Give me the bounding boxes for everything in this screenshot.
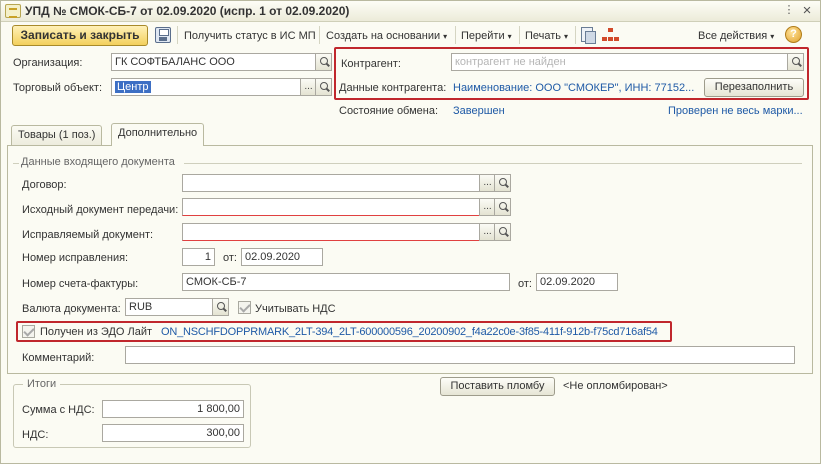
exchange-state-label: Состояние обмена: (339, 105, 439, 117)
contract-field[interactable] (182, 174, 480, 192)
sum-with-vat-field: 1 800,00 (102, 400, 244, 418)
chevron-down-icon: ▾ (443, 32, 448, 41)
invoice-number-label: Номер счета-фактуры: (22, 278, 139, 290)
group-divider (184, 163, 802, 164)
counterparty-data-link[interactable]: Наименование: ООО "СМОКЕР", ИНН: 77152..… (453, 82, 694, 94)
totals-group-title: Итоги (23, 378, 61, 390)
close-icon[interactable]: × (799, 3, 815, 19)
currency-field[interactable]: RUB (125, 298, 213, 316)
all-actions-label: Все действия (698, 30, 768, 42)
chevron-down-icon: ▾ (507, 32, 512, 41)
print-menu[interactable]: Печать ▾ (525, 30, 568, 42)
incoming-group-title: Данные входящего документа (21, 156, 175, 168)
document-icon (5, 4, 21, 18)
title-bar: УПД № СМОК-СБ-7 от 02.09.2020 (испр. 1 о… (1, 1, 820, 22)
correction-number-label: Номер исправления: (22, 252, 129, 264)
exchange-state-link[interactable]: Завершен (453, 105, 505, 117)
source-doc-label: Исходный документ передачи: (22, 204, 179, 216)
save-and-close-button[interactable]: Записать и закрыть (12, 25, 148, 46)
copy-documents-icon[interactable] (581, 27, 596, 44)
corrected-doc-label: Исправляемый документ: (22, 229, 154, 241)
counterparty-data-label: Данные контрагента: (339, 82, 447, 94)
counterparty-label: Контрагент: (341, 58, 401, 70)
toolbar-separator (455, 26, 456, 44)
trade-object-field[interactable]: Центр (111, 78, 301, 96)
create-based-on-menu[interactable]: Создать на основании ▾ (326, 30, 447, 42)
chevron-down-icon: ▾ (564, 32, 569, 41)
goto-menu[interactable]: Перейти ▾ (461, 30, 512, 42)
toolbar-separator (575, 26, 576, 44)
trade-object-label: Торговый объект: (13, 82, 103, 94)
help-icon[interactable]: ? (785, 26, 802, 43)
correction-date-field[interactable]: 02.09.2020 (241, 248, 323, 266)
chevron-down-icon: ▾ (770, 32, 775, 41)
organization-label: Организация: (13, 57, 83, 69)
vat-field: 300,00 (102, 424, 244, 442)
vat-checkbox[interactable] (238, 301, 251, 314)
edo-document-link[interactable]: ON_NSCHFDOPPRMARK_2LT-394_2LT-600000596_… (161, 326, 658, 338)
organization-field[interactable]: ГК СОФТБАЛАНС ООО (111, 53, 316, 71)
print-label: Печать (525, 30, 562, 42)
seal-button[interactable]: Поставить пломбу (440, 377, 555, 396)
comment-field[interactable] (125, 346, 795, 364)
seal-state: <Не опломбирован> (563, 380, 668, 392)
counterparty-search-icon[interactable] (787, 53, 804, 71)
structure-icon[interactable] (602, 28, 620, 42)
toolbar-separator (177, 26, 178, 44)
edo-checkbox[interactable] (22, 325, 35, 338)
vat-checkbox-label: Учитывать НДС (255, 303, 336, 315)
create-based-on-label: Создать на основании (326, 30, 441, 42)
counterparty-field[interactable]: контрагент не найден (451, 53, 788, 71)
sum-with-vat-label: Сумма с НДС: (22, 404, 95, 416)
toolbar-separator (319, 26, 320, 44)
invoice-date-label: от: (518, 278, 532, 290)
goto-label: Перейти (461, 30, 505, 42)
refill-button[interactable]: Перезаполнить (704, 78, 804, 97)
vat-label: НДС: (22, 429, 49, 441)
group-divider (13, 163, 19, 164)
window-title: УПД № СМОК-СБ-7 от 02.09.2020 (испр. 1 о… (25, 4, 350, 18)
currency-search-icon[interactable] (212, 298, 229, 316)
document-window: УПД № СМОК-СБ-7 от 02.09.2020 (испр. 1 о… (0, 0, 821, 464)
toolbar-separator (519, 26, 520, 44)
all-actions-menu[interactable]: Все действия ▾ (698, 30, 774, 42)
trade-object-value: Центр (115, 81, 151, 93)
invoice-number-field[interactable]: СМОК-СБ-7 (182, 273, 510, 291)
comment-label: Комментарий: (22, 352, 95, 364)
source-doc-search-icon[interactable] (494, 198, 511, 216)
menu-icon[interactable]: ⋮ (781, 4, 797, 19)
save-icon[interactable] (155, 27, 171, 43)
invoice-date-field[interactable]: 02.09.2020 (536, 273, 618, 291)
corrected-doc-field[interactable] (182, 223, 480, 241)
contract-label: Договор: (22, 179, 67, 191)
trade-object-search-icon[interactable] (315, 78, 332, 96)
tab-goods[interactable]: Товары (1 поз.) (11, 125, 103, 146)
currency-label: Валюта документа: (22, 303, 121, 315)
marks-check-link[interactable]: Проверен не весь марки... (668, 105, 803, 117)
organization-search-icon[interactable] (315, 53, 332, 71)
tab-additional[interactable]: Дополнительно (111, 123, 205, 146)
get-status-button[interactable]: Получить статус в ИС МП (184, 30, 316, 42)
edo-checkbox-label: Получен из ЭДО Лайт (40, 326, 153, 338)
corrected-doc-search-icon[interactable] (494, 223, 511, 241)
correction-date-label: от: (223, 252, 237, 264)
correction-number-field[interactable]: 1 (182, 248, 215, 266)
source-doc-field[interactable] (182, 198, 480, 216)
contract-search-icon[interactable] (494, 174, 511, 192)
